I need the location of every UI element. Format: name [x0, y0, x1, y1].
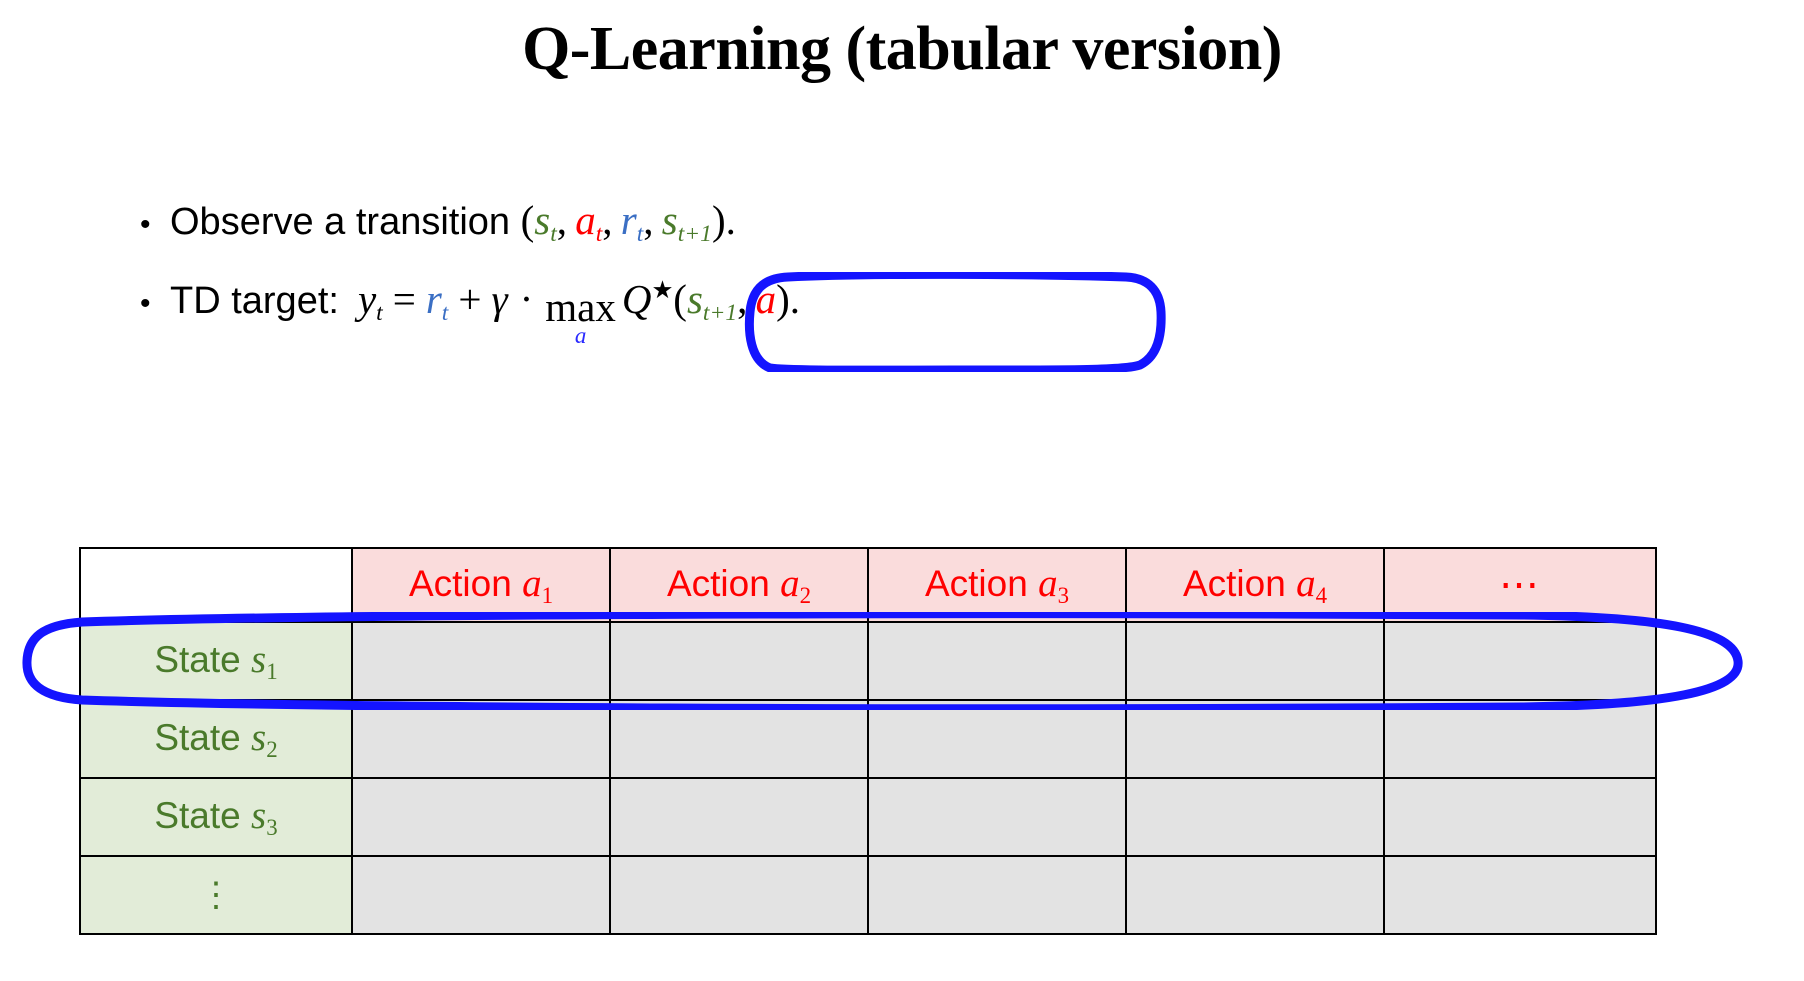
q-cell-s1-a1[interactable]	[351, 621, 611, 701]
row-header-subscript-1: 1	[266, 658, 278, 684]
operator-plus: +	[458, 275, 482, 322]
q-cell-more-a1[interactable]	[351, 855, 611, 935]
table-row: ⋮	[79, 855, 1657, 935]
max-subscript-a: a	[574, 323, 587, 349]
column-header-label-1: Action	[408, 563, 523, 605]
q-cell-s1-a4[interactable]	[1125, 621, 1385, 701]
row-header-label-1: State	[154, 639, 252, 681]
paren-close-1: ).	[711, 197, 736, 243]
table-row: State s1	[79, 621, 1657, 701]
q-cell-s1-a2[interactable]	[609, 621, 869, 701]
symbol-reward-t: r	[620, 197, 637, 243]
bullet-label-observe: Observe a transition	[170, 201, 521, 243]
q-cell-more-more[interactable]	[1383, 855, 1657, 935]
table-row: State s2	[79, 699, 1657, 779]
q-cell-s3-a1[interactable]	[351, 777, 611, 857]
q-cell-s3-a2[interactable]	[609, 777, 869, 857]
comma-1: ,	[556, 197, 576, 243]
q-cell-more-a4[interactable]	[1125, 855, 1385, 935]
symbol-reward-t-2: r	[425, 275, 442, 322]
column-header-symbol-2: a	[780, 562, 800, 606]
page-title: Q-Learning (tabular version)	[522, 15, 1282, 83]
column-header-label-2: Action	[666, 563, 781, 605]
column-header-subscript-4: 4	[1315, 582, 1328, 608]
q-cell-s2-a3[interactable]	[867, 699, 1127, 779]
q-cell-more-a2[interactable]	[609, 855, 869, 935]
comma-4: ,	[737, 275, 756, 322]
row-header-label-3: State	[154, 795, 252, 837]
row-header-symbol-3: s	[251, 794, 267, 838]
operator-max-over-a: max a	[545, 283, 616, 349]
q-cell-more-a3[interactable]	[867, 855, 1127, 935]
bullet-marker-icon: •	[140, 208, 151, 241]
bullet-marker-icon: •	[140, 286, 151, 320]
comma-3: ,	[643, 197, 662, 243]
column-header-action-a3: Action a3	[867, 547, 1127, 623]
bullet-item-observe-transition: • Observe a transition (st, at, rt, st+1…	[136, 196, 1636, 249]
q-cell-s3-a3[interactable]	[867, 777, 1127, 857]
q-value-table: Action a1 Action a2 Action a3 Action a4 …	[79, 547, 1657, 935]
bullet-item-td-target: • TD target: yt = rt + γ · max a Q★(st+1, a).	[136, 275, 1636, 348]
column-header-label-3: Action	[924, 563, 1039, 605]
row-header-ellipsis: ⋮	[79, 855, 353, 935]
q-cell-s2-a1[interactable]	[351, 699, 611, 779]
symbol-gamma: γ	[491, 275, 508, 322]
column-header-action-a4: Action a4	[1125, 547, 1385, 623]
symbol-state-t-plus-1-2: s	[686, 275, 703, 322]
q-cell-s3-a4[interactable]	[1125, 777, 1385, 857]
table-header-row: Action a1 Action a2 Action a3 Action a4 …	[79, 547, 1657, 623]
slide-canvas: Q-Learning (tabular version) • Observe a…	[0, 0, 1804, 981]
column-header-action-a2: Action a2	[609, 547, 869, 623]
symbol-state-t-plus-1: s	[661, 197, 678, 243]
bullet-label-td-target: TD target:	[170, 279, 358, 322]
row-header-subscript-3: 3	[266, 814, 278, 840]
max-operator-label: max	[545, 283, 616, 330]
row-header-label-2: State	[154, 717, 252, 759]
q-cell-s1-more[interactable]	[1383, 621, 1657, 701]
subscript-t-y: t	[376, 299, 383, 326]
q-cell-s1-a3[interactable]	[867, 621, 1127, 701]
column-header-label-4: Action	[1182, 563, 1297, 605]
column-header-symbol-1: a	[522, 562, 542, 606]
q-cell-s3-more[interactable]	[1383, 777, 1657, 857]
column-header-subscript-1: 1	[541, 582, 554, 608]
column-header-symbol-4: a	[1296, 562, 1316, 606]
q-cell-s2-a2[interactable]	[609, 699, 869, 779]
column-header-ellipsis: ⋯	[1383, 547, 1657, 623]
subscript-t-r2: t	[441, 299, 449, 326]
column-header-subscript-2: 2	[799, 582, 812, 608]
row-header-state-s3: State s3	[79, 777, 353, 857]
paren-open-1: (	[520, 197, 535, 243]
operator-equals: =	[392, 275, 416, 322]
paren-open-2: (	[673, 275, 687, 322]
paren-close-2: ).	[776, 275, 800, 322]
symbol-action-a: a	[755, 275, 777, 322]
operator-cdot: ·	[519, 275, 534, 322]
q-cell-s2-a4[interactable]	[1125, 699, 1385, 779]
symbol-action-t: a	[575, 197, 596, 243]
row-header-state-s1: State s1	[79, 621, 353, 701]
symbol-q-optimal: Q	[621, 275, 652, 322]
row-header-state-s2: State s2	[79, 699, 353, 779]
subscript-t-plus-1-2: t+1	[702, 299, 738, 326]
symbol-y: y	[357, 275, 377, 322]
comma-2: ,	[602, 197, 621, 243]
row-header-symbol-1: s	[251, 638, 267, 682]
column-header-subscript-3: 3	[1057, 582, 1070, 608]
bullet-text-td-target: TD target: yt = rt + γ · max a Q★(st+1, a).	[170, 275, 800, 348]
row-header-subscript-2: 2	[266, 736, 278, 762]
subscript-t-plus-1-1: t+1	[677, 221, 712, 248]
star-superscript-icon: ★	[651, 276, 674, 304]
symbol-state-t: s	[534, 197, 551, 243]
q-cell-s2-more[interactable]	[1383, 699, 1657, 779]
table-corner-cell	[79, 547, 353, 623]
row-header-symbol-2: s	[251, 716, 267, 760]
column-header-symbol-3: a	[1038, 562, 1058, 606]
bullet-list: • Observe a transition (st, at, rt, st+1…	[136, 196, 1636, 367]
bullet-text-observe-transition: Observe a transition (st, at, rt, st+1).	[170, 196, 736, 249]
table-row: State s3	[79, 777, 1657, 857]
column-header-action-a1: Action a1	[351, 547, 611, 623]
